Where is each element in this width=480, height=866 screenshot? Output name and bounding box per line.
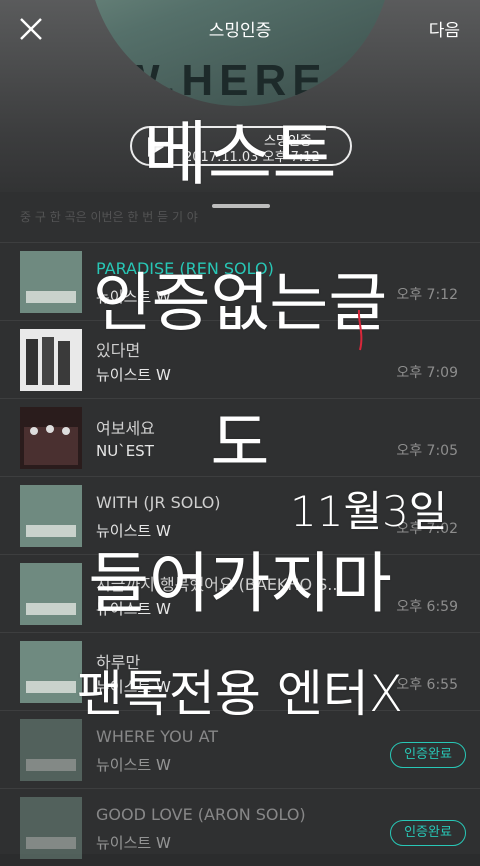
next-button[interactable]: 다음 — [429, 16, 460, 41]
header: W.HERE 스밍인증 다음 스밍인증 2017.11.03 오후 7:12 — [0, 0, 480, 192]
song-list: PARADISE (REN SOLO) 뉴이스트 W 오후 7:12 있다면 뉴… — [0, 242, 480, 866]
song-title: 있다면 — [96, 341, 141, 360]
song-time: 오후 7:12 — [396, 287, 458, 303]
song-row[interactable]: 있다면 뉴이스트 W 오후 7:09 — [0, 320, 480, 398]
verified-badge-button[interactable]: 인증완료 — [390, 742, 466, 768]
album-thumbnail — [20, 485, 82, 547]
song-row[interactable]: 하루만 뉴이스트 W 오후 6:55 — [0, 632, 480, 710]
album-thumbnail — [20, 563, 82, 625]
song-artist: 뉴이스트 W — [96, 600, 171, 618]
album-thumbnail — [20, 251, 82, 313]
song-artist: 뉴이스트 W — [96, 366, 171, 384]
red-pen-mark — [357, 309, 363, 351]
song-artist: NU`EST — [96, 442, 154, 460]
drag-handle[interactable] — [212, 204, 270, 208]
song-time: 오후 6:59 — [396, 599, 458, 615]
album-thumbnail — [20, 641, 82, 703]
sheet-note: 중 구 한 곡은 이번은 한 번 듣 기 야 — [20, 210, 198, 224]
song-artist: 뉴이스트 W — [96, 756, 171, 774]
verified-badge-button[interactable]: 인증완료 — [390, 820, 466, 846]
song-title: GOOD LOVE (ARON SOLO) — [96, 805, 306, 824]
song-row[interactable]: WITH (JR SOLO) 뉴이스트 W 오후 7:02 — [0, 476, 480, 554]
album-thumbnail — [20, 407, 82, 469]
song-artist: 뉴이스트 W — [96, 522, 171, 540]
song-row[interactable]: 지금까지 행복했어요 (BAEKHO S... 뉴이스트 W 오후 6:59 — [0, 554, 480, 632]
song-title: WHERE YOU AT — [96, 727, 219, 746]
song-time: 오후 7:05 — [396, 443, 458, 459]
album-art-text: W.HERE — [118, 56, 328, 105]
album-thumbnail — [20, 719, 82, 781]
play-pill-date: 2017.11.03 오후 7:12 — [184, 150, 320, 165]
song-time: 오후 6:55 — [396, 677, 458, 693]
play-icon — [148, 137, 164, 157]
song-row[interactable]: 여보세요 NU`EST 오후 7:05 — [0, 398, 480, 476]
song-title: 지금까지 행복했어요 (BAEKHO S... — [96, 575, 343, 594]
song-time: 오후 7:02 — [396, 521, 458, 537]
song-row[interactable]: PARADISE (REN SOLO) 뉴이스트 W 오후 7:12 — [0, 242, 480, 320]
play-button[interactable]: 스밍인증 2017.11.03 오후 7:12 — [130, 126, 352, 166]
song-time: 오후 7:09 — [396, 365, 458, 381]
song-artist: 뉴이스트 W — [96, 678, 171, 696]
song-artist: 뉴이스트 W — [96, 834, 171, 852]
page-title: 스밍인증 — [208, 21, 272, 41]
song-row[interactable]: GOOD LOVE (ARON SOLO) 뉴이스트 W 인증완료 — [0, 788, 480, 866]
song-title: 하루만 — [96, 653, 141, 672]
song-artist: 뉴이스트 W — [96, 288, 171, 306]
album-thumbnail — [20, 329, 82, 391]
song-list-sheet: 중 구 한 곡은 이번은 한 번 듣 기 야 PARADISE (REN SOL… — [0, 192, 480, 859]
album-thumbnail — [20, 797, 82, 859]
song-row[interactable]: WHERE YOU AT 뉴이스트 W 인증완료 — [0, 710, 480, 788]
song-title: 여보세요 — [96, 419, 155, 438]
song-title: WITH (JR SOLO) — [96, 493, 221, 512]
song-title: PARADISE (REN SOLO) — [96, 259, 274, 278]
